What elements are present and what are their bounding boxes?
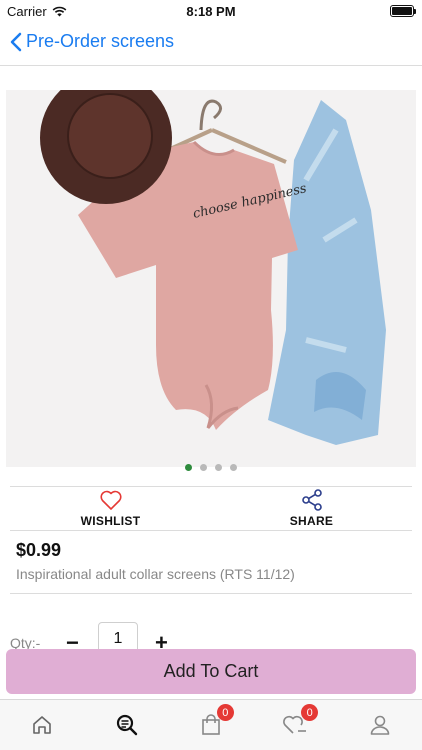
carousel-dot[interactable]: [185, 464, 192, 471]
back-button-label: Pre-Order screens: [26, 31, 175, 51]
tab-cart[interactable]: 0: [169, 700, 253, 750]
carousel-dot[interactable]: [200, 464, 207, 471]
image-carousel-dots[interactable]: [0, 464, 422, 471]
status-bar: Carrier 8:18 PM: [0, 0, 422, 22]
product-detail-screen: Carrier 8:18 PM Pre-Order screens choose…: [0, 0, 422, 750]
user-icon: [370, 715, 390, 735]
navigation-bar: Pre-Order screens: [0, 22, 422, 66]
tab-search[interactable]: [84, 700, 168, 750]
product-price: $0.99: [16, 540, 62, 560]
share-label: SHARE: [289, 514, 334, 528]
add-to-cart-button[interactable]: Add To Cart: [6, 649, 416, 694]
status-time: 8:18 PM: [186, 4, 236, 19]
wishlist-label: WISHLIST: [80, 514, 141, 528]
battery-icon: [390, 5, 416, 17]
tab-home[interactable]: [0, 700, 84, 750]
carousel-dot[interactable]: [215, 464, 222, 471]
wishlist-badge: 0: [301, 704, 319, 721]
quantity-stepper: Qty:- − 1 +: [10, 622, 310, 656]
share-button[interactable]: SHARE: [211, 487, 412, 530]
carousel-dot[interactable]: [230, 464, 237, 471]
tab-profile[interactable]: [338, 700, 422, 750]
tab-wishlist[interactable]: 0: [253, 700, 337, 750]
search-icon: [116, 714, 137, 736]
chevron-left-icon: [10, 32, 22, 51]
cart-badge: 0: [216, 704, 234, 721]
product-actions: WISHLIST SHARE: [10, 486, 412, 531]
tab-bar: 0 0: [0, 699, 422, 750]
back-button[interactable]: Pre-Order screens: [10, 31, 174, 52]
home-icon: [33, 716, 52, 734]
product-photo: choose happiness: [6, 90, 416, 467]
wishlist-button[interactable]: WISHLIST: [10, 487, 211, 530]
heart-icon: [99, 490, 122, 510]
divider: [10, 593, 412, 594]
share-icon: [301, 489, 322, 511]
product-image[interactable]: choose happiness: [6, 90, 416, 467]
product-description: Inspirational adult collar screens (RTS …: [16, 566, 295, 582]
